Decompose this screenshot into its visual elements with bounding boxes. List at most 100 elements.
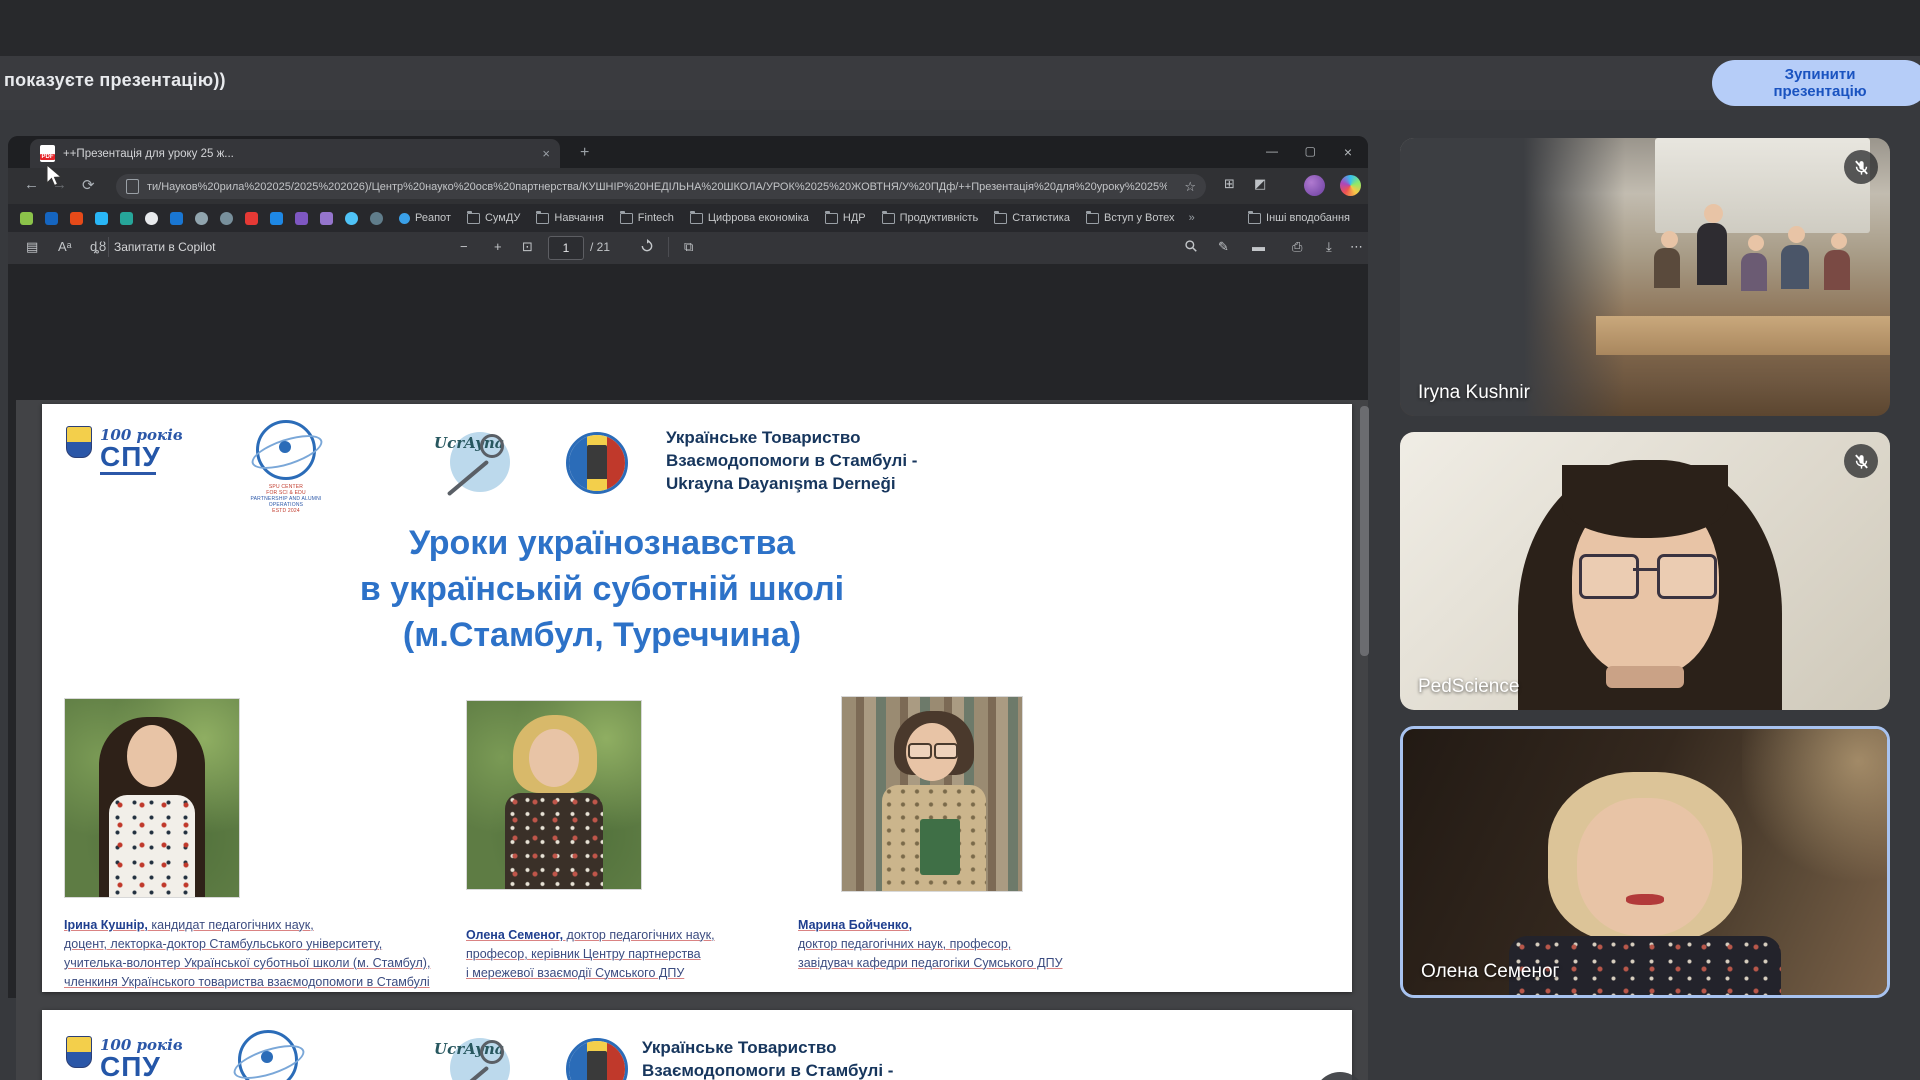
bookmark-favicon[interactable] bbox=[220, 212, 233, 225]
text-size-icon[interactable]: Aᵃ bbox=[58, 239, 72, 254]
bookmark-favicon[interactable] bbox=[195, 212, 208, 225]
profile-avatar[interactable] bbox=[1304, 175, 1325, 196]
bookmark-favicon[interactable] bbox=[70, 212, 83, 225]
photo-olena-semenoh bbox=[466, 700, 642, 890]
more-tools-icon[interactable]: ⋯ bbox=[1350, 239, 1363, 255]
bookmark-folder[interactable]: Цифрова економіка bbox=[690, 212, 809, 224]
page-view-icon[interactable]: ⧉ bbox=[684, 239, 693, 255]
video-tile-olena-semenoh[interactable]: Олена Семеног bbox=[1400, 726, 1890, 998]
bookmark-label: Реапот bbox=[415, 212, 451, 224]
tab-close-icon[interactable]: × bbox=[542, 146, 550, 161]
page-info-icon[interactable] bbox=[126, 179, 139, 194]
bookmark-favicon[interactable] bbox=[120, 212, 133, 225]
person-line: членкиня Українського товариства взаємод… bbox=[64, 973, 430, 992]
bookmark-favicon[interactable] bbox=[170, 212, 183, 225]
bookmark-item[interactable]: Реапот bbox=[399, 212, 451, 224]
bookmark-favicon[interactable] bbox=[370, 212, 383, 225]
person-line: учителька-волонтер Української суботньої… bbox=[64, 954, 430, 973]
lips bbox=[1626, 894, 1665, 905]
bookmark-folder[interactable]: Продуктивність bbox=[882, 212, 979, 224]
video-tile-iryna-kushnir[interactable]: Iryna Kushnir bbox=[1400, 138, 1890, 416]
zoom-in-icon[interactable]: + bbox=[494, 239, 502, 254]
person-line: і мережевої взаємодії Сумського ДПУ bbox=[466, 964, 715, 983]
window-maximize-button[interactable]: ▢ bbox=[1305, 144, 1316, 158]
draw-icon[interactable]: ✎ bbox=[1218, 239, 1229, 255]
person-desc-1: Ірина Кушнір, кандидат педагогічних наук… bbox=[64, 916, 430, 992]
person-name: Ірина Кушнір, bbox=[64, 918, 148, 932]
stop-presentation-button[interactable]: Зупинити презентацію bbox=[1712, 60, 1920, 106]
bookmark-favicon[interactable] bbox=[295, 212, 308, 225]
bookmark-folder[interactable]: Fintech bbox=[620, 212, 674, 224]
glasses-right-lens bbox=[1657, 554, 1717, 599]
new-tab-button[interactable]: + bbox=[580, 144, 589, 162]
person-desc-3: Марина Бойченко, доктор педагогічних нау… bbox=[798, 916, 1063, 973]
back-icon[interactable]: ← bbox=[24, 176, 39, 193]
highlight-icon[interactable]: ▬ bbox=[1252, 239, 1265, 254]
person-line: кандидат педагогічних наук, bbox=[148, 918, 314, 932]
save-icon[interactable]: ⤓ bbox=[1326, 239, 1332, 255]
bookmark-favicon[interactable] bbox=[320, 212, 333, 225]
bookmark-favicon[interactable] bbox=[270, 212, 283, 225]
bookmark-folder[interactable]: Вступ у Вотех bbox=[1086, 212, 1175, 224]
bookmark-favicon[interactable] bbox=[345, 212, 358, 225]
pdf-viewport[interactable]: 100 років СПУ SPU CENTER FOR SCI & EDU P… bbox=[16, 400, 1368, 1080]
slide-title-line: Уроки українознавства bbox=[152, 520, 1052, 566]
bookmark-folder[interactable]: Статистика bbox=[994, 212, 1070, 224]
bookmark-favicon[interactable] bbox=[95, 212, 108, 225]
print-icon[interactable]: ⎙ bbox=[1292, 239, 1302, 255]
page-number-input[interactable]: 1 bbox=[548, 236, 584, 260]
satellite-orbit-icon bbox=[238, 1030, 298, 1080]
browser-tab-pdf[interactable]: ++Презентація для уроку 25 ж... × bbox=[30, 139, 560, 168]
bookmark-folder[interactable]: НДР bbox=[825, 212, 866, 224]
address-bar[interactable]: ти/Науков%20рила%202025/2025%202026)/Цен… bbox=[116, 174, 1206, 199]
spu-underline bbox=[100, 472, 156, 475]
participant-name: PedScience bbox=[1418, 676, 1519, 698]
meet-screen: показуєте презентацію)) Зупинити презент… bbox=[0, 0, 1920, 1080]
ask-copilot-button[interactable]: Запитати в Copilot bbox=[114, 240, 216, 254]
bookmark-favicon[interactable] bbox=[145, 212, 158, 225]
magnifier-handle-icon bbox=[447, 460, 489, 496]
spu-logo: 100 років СПУ bbox=[66, 426, 183, 475]
person-line: доктор педагогічних наук, bbox=[563, 928, 715, 942]
fit-page-icon[interactable]: ⊡ bbox=[522, 239, 533, 255]
bookmark-label: Продуктивність bbox=[900, 212, 979, 224]
pdf-scrollbar[interactable] bbox=[1360, 406, 1369, 656]
folder-icon bbox=[1248, 213, 1261, 224]
video-tile-pedscience[interactable]: PedScience bbox=[1400, 432, 1890, 710]
presenting-banner bbox=[0, 56, 1920, 110]
split-screen-icon[interactable]: ⊞ bbox=[1224, 176, 1235, 192]
bookmark-favicon[interactable] bbox=[45, 212, 58, 225]
glasses-bridge bbox=[1633, 568, 1658, 571]
society-badge-logo-2 bbox=[566, 1038, 628, 1080]
bookmark-favicon[interactable] bbox=[20, 212, 33, 225]
person-line: професор, керівник Центру партнерства bbox=[466, 945, 715, 964]
bookmark-folder[interactable]: СумДУ bbox=[467, 212, 520, 224]
bookmark-label: Fintech bbox=[638, 212, 674, 224]
rotate-icon[interactable] bbox=[640, 239, 654, 256]
read-aloud-icon[interactable]: ȡȣ bbox=[90, 239, 106, 254]
face bbox=[1577, 798, 1713, 936]
extensions-icon[interactable]: ◩ bbox=[1254, 176, 1266, 192]
society-badge-logo bbox=[566, 432, 628, 494]
bookmark-favicon[interactable] bbox=[245, 212, 258, 225]
bookmark-folder[interactable]: Навчання bbox=[536, 212, 603, 224]
spu-center-logo: SPU CENTER FOR SCI & EDU PARTNERSHIP AND… bbox=[238, 420, 334, 514]
folder-icon bbox=[882, 213, 895, 224]
refresh-icon[interactable]: ⟳ bbox=[82, 176, 95, 194]
search-icon[interactable] bbox=[1184, 239, 1198, 256]
person-line: доктор педагогічних наук, професор, bbox=[798, 935, 1063, 954]
favorite-star-icon[interactable]: ☆ bbox=[1184, 179, 1196, 195]
forward-icon[interactable]: → bbox=[52, 176, 67, 193]
slide-title: Уроки українознавства в українській субо… bbox=[152, 520, 1052, 658]
bookmarks-overflow-chevron[interactable]: » bbox=[1189, 212, 1195, 224]
other-favorites-folder[interactable]: Інші вподобання bbox=[1248, 212, 1350, 224]
toc-icon[interactable]: ▤ bbox=[26, 239, 38, 255]
bookmark-dot-icon bbox=[399, 213, 410, 224]
bookmarks-bar: Реапот СумДУ Навчання Fintech Цифрова ек… bbox=[8, 204, 1368, 232]
lamp-glow bbox=[1742, 729, 1887, 889]
window-minimize-button[interactable]: — bbox=[1266, 144, 1278, 158]
window-close-button[interactable]: × bbox=[1344, 144, 1352, 160]
slide-title-line: в українській суботній школі bbox=[152, 566, 1052, 612]
zoom-out-icon[interactable]: − bbox=[460, 239, 468, 254]
copilot-icon[interactable] bbox=[1340, 175, 1361, 196]
